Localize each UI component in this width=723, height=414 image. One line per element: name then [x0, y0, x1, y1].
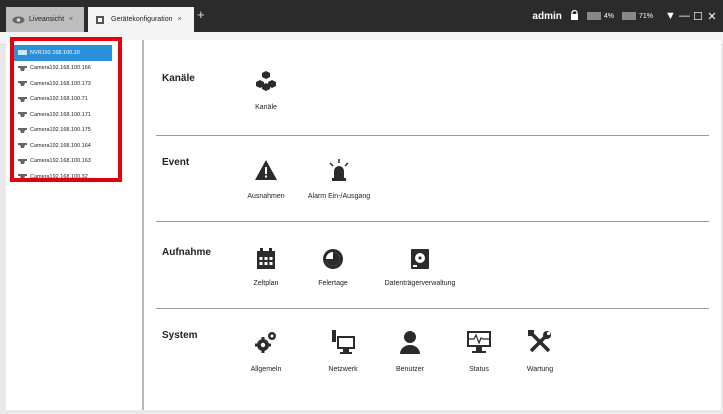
memory-meter: 71% — [621, 12, 653, 20]
section-title: Kanäle — [162, 73, 195, 84]
item-alarm-ein-ausgang[interactable]: Alarm Ein-/Ausgang — [299, 159, 379, 200]
item-wartung[interactable]: Wartung — [500, 330, 580, 373]
item-label: Alarm Ein-/Ausgang — [307, 193, 371, 200]
section-title: System — [162, 330, 198, 341]
highlight-annotation — [10, 37, 122, 182]
titlebar-right: admin 4% 71% ▼ — ☐ ✕ — [532, 9, 717, 23]
item-label: Kanäle — [255, 104, 277, 111]
section-kanaele: Kanäle Kanäle — [156, 40, 709, 136]
item-ausnahmen[interactable]: Ausnahmen — [226, 159, 306, 200]
section-title: Aufnahme — [162, 247, 211, 258]
item-label: Datenträgerverwaltung — [384, 280, 456, 287]
cpu-value: 4% — [603, 12, 614, 20]
memory-icon — [621, 12, 636, 20]
section-aufnahme: Aufnahme Zeltplan Felertage Datenträgerv… — [156, 222, 709, 309]
item-label: Ausnahmen — [247, 193, 285, 200]
eye-icon — [11, 14, 25, 26]
memory-value: 71% — [638, 12, 653, 20]
cubes-icon — [256, 71, 276, 91]
calendar-icon — [257, 248, 275, 269]
menu-dropdown-icon[interactable]: ▼ — [665, 10, 676, 22]
hard-disk-icon — [411, 249, 429, 269]
tab-geraetekonfiguration[interactable]: Gerätekonfiguration × — [88, 7, 194, 32]
warning-icon — [255, 160, 277, 180]
item-label: Allgemeln — [250, 366, 282, 373]
item-label: Status — [469, 366, 489, 373]
gears-icon — [255, 332, 276, 353]
close-button[interactable]: ✕ — [707, 10, 717, 23]
tab-liveansicht[interactable]: Liveansicht × — [6, 7, 84, 32]
device-config-icon — [93, 14, 107, 26]
network-monitor-icon — [332, 330, 355, 354]
item-felertage[interactable]: Felertage — [293, 248, 373, 287]
minimize-button[interactable]: — — [679, 10, 690, 22]
item-label: Benutzer — [395, 366, 425, 373]
tab-label: Gerätekonfiguration — [111, 16, 173, 23]
tab-close-icon[interactable]: × — [69, 16, 73, 23]
item-benutzer[interactable]: Benutzer — [370, 330, 450, 373]
cpu-meter: 4% — [586, 12, 614, 20]
section-event: Event Ausnahmen Alarm Ein-/Ausgang — [156, 136, 709, 222]
tab-close-icon[interactable]: × — [177, 16, 181, 23]
status-monitor-icon — [467, 331, 491, 353]
holiday-clock-icon — [323, 249, 343, 269]
tools-icon — [528, 330, 551, 353]
config-main-panel: Kanäle Kanäle Event Ausnahmen Alarm Ein-… — [144, 40, 721, 410]
user-name[interactable]: admin — [532, 11, 561, 22]
alarm-siren-icon — [329, 159, 349, 181]
title-bar: Liveansicht × Gerätekonfiguration × + ad… — [0, 0, 723, 32]
item-kanaele[interactable]: Kanäle — [226, 70, 306, 111]
user-icon — [400, 331, 420, 354]
item-label: Netzwerk — [328, 366, 358, 373]
item-allgemeln[interactable]: Allgemeln — [226, 330, 306, 373]
item-datentraegerverwaltung[interactable]: Datenträgerverwaltung — [380, 248, 460, 287]
cpu-icon — [586, 12, 601, 20]
maximize-button[interactable]: ☐ — [693, 10, 703, 23]
item-label: Wartung — [526, 366, 554, 373]
add-tab-button[interactable]: + — [197, 8, 205, 22]
lock-icon[interactable] — [570, 9, 579, 22]
section-title: Event — [162, 157, 190, 168]
tab-label: Liveansicht — [29, 16, 65, 23]
item-label: Zeltplan — [253, 280, 279, 287]
item-label: Felertage — [318, 280, 348, 287]
section-system: System Allgemeln Netzwerk Benutzer Statu… — [156, 308, 709, 408]
